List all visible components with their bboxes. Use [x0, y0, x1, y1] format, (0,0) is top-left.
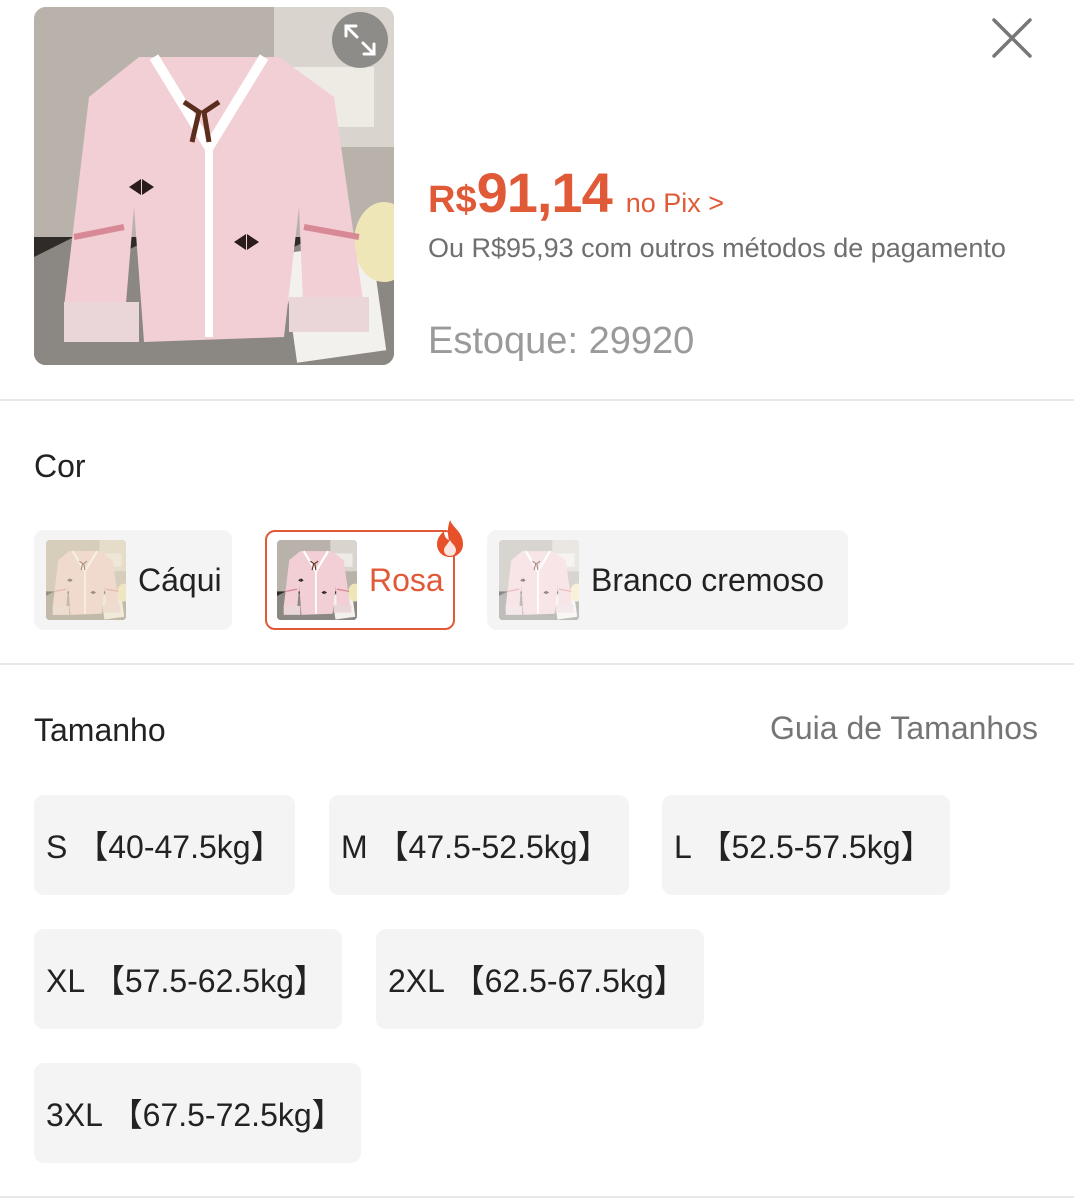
size-section-title: Tamanho	[34, 712, 166, 748]
color-option-label: Cáqui	[138, 561, 222, 598]
size-option-xl[interactable]: XL 【57.5-62.5kg】	[34, 929, 342, 1029]
color-option-label: Rosa	[369, 561, 444, 598]
alternative-price-text: Ou R$95,93 com outros métodos de pagamen…	[428, 233, 1006, 263]
price-row: R$ 91,14 no Pix >	[428, 160, 724, 225]
product-header: R$ 91,14 no Pix > Ou R$95,93 com outros …	[0, 0, 1074, 400]
fire-icon	[437, 520, 463, 557]
stock-value: 29920	[588, 320, 695, 362]
pix-link[interactable]: no Pix >	[626, 188, 724, 219]
close-icon	[992, 18, 1032, 58]
cardigan-photo	[34, 7, 394, 365]
size-option-s[interactable]: S 【40-47.5kg】	[34, 795, 295, 895]
price-value: 91,14	[476, 161, 613, 224]
divider	[0, 399, 1074, 401]
divider	[0, 663, 1074, 665]
color-option-caqui[interactable]: Cáqui	[34, 530, 232, 630]
size-option-m[interactable]: M 【47.5-52.5kg】	[329, 795, 629, 895]
product-image[interactable]	[34, 7, 394, 365]
expand-icon	[344, 24, 376, 56]
color-option-branco-cremoso[interactable]: Branco cremoso	[487, 530, 848, 630]
color-section-title: Cor	[34, 448, 86, 484]
size-guide-link[interactable]: Guia de Tamanhos	[770, 710, 1038, 747]
color-thumbnail	[46, 540, 126, 620]
size-option-l[interactable]: L 【52.5-57.5kg】	[662, 795, 950, 895]
size-option-3xl[interactable]: 3XL 【67.5-72.5kg】	[34, 1063, 361, 1163]
expand-image-button[interactable]	[332, 12, 388, 68]
stock-label: Estoque:	[428, 320, 578, 362]
price-currency: R$	[428, 179, 477, 221]
stock-info: Estoque: 29920	[428, 320, 694, 363]
divider	[0, 1196, 1074, 1198]
color-thumbnail	[277, 540, 357, 620]
close-button[interactable]	[984, 10, 1040, 66]
color-option-label: Branco cremoso	[591, 561, 824, 598]
color-option-rosa[interactable]: Rosa	[265, 520, 463, 630]
size-option-2xl[interactable]: 2XL 【62.5-67.5kg】	[376, 929, 704, 1029]
color-thumbnail	[499, 540, 579, 620]
